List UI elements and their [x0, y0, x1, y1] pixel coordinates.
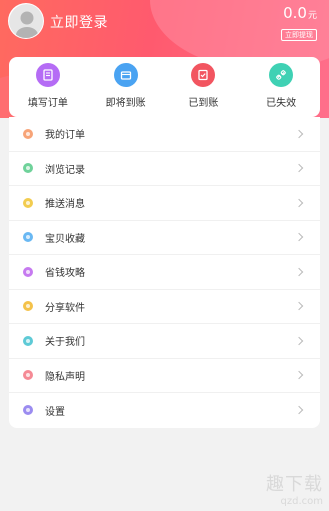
menu-item-label: 设置: [45, 406, 65, 418]
menu-item-label: 关于我们: [45, 337, 85, 349]
order-label: 已到账: [188, 98, 219, 109]
edit-order-icon: [35, 63, 60, 87]
balance-amount: 0.0元: [281, 4, 317, 22]
order-label: 即将到账: [105, 98, 146, 109]
menu-item-label: 宝贝收藏: [45, 233, 85, 245]
menu-item-notifications[interactable]: 推送消息: [9, 186, 320, 221]
menu-item-share-app[interactable]: 分享软件: [9, 290, 320, 324]
settings-menu: 我的订单 浏览记录 推送消息 宝贝收藏 省钱攻略 分享软件 关于我们 隐私声明: [9, 117, 320, 428]
received-icon: [191, 63, 216, 87]
menu-item-label: 我的订单: [45, 130, 85, 142]
order-label: 已失效: [266, 98, 297, 109]
withdraw-button[interactable]: 立即提现: [281, 29, 317, 41]
order-fill-button[interactable]: 填写订单: [9, 57, 87, 117]
watermark: 趣下载 qzd.com: [266, 470, 323, 507]
chevron-right-icon: [294, 129, 304, 138]
default-avatar-icon: [9, 4, 43, 38]
order-expired-button[interactable]: 已失效: [242, 57, 320, 117]
watermark-url: qzd.com: [280, 496, 323, 507]
menu-item-label: 省钱攻略: [45, 268, 85, 280]
menu-item-my-orders[interactable]: 我的订单: [9, 117, 320, 152]
balance-unit: 元: [307, 11, 317, 21]
orders-icon: [23, 128, 33, 139]
chevron-right-icon: [294, 267, 304, 276]
history-icon: [23, 163, 33, 174]
notification-icon: [23, 197, 33, 208]
favorites-icon: [23, 232, 33, 243]
balance-value: 0.0: [283, 4, 307, 22]
share-icon: [23, 301, 33, 312]
privacy-icon: [23, 370, 33, 381]
chevron-right-icon: [294, 233, 304, 242]
watermark-text: 趣下载: [266, 474, 323, 495]
menu-item-label: 推送消息: [45, 199, 85, 211]
menu-item-favorites[interactable]: 宝贝收藏: [9, 221, 320, 255]
avatar[interactable]: [8, 3, 44, 39]
settings-icon: [23, 405, 33, 416]
order-label: 填写订单: [27, 98, 68, 109]
balance-area: 0.0元 立即提现: [281, 4, 317, 41]
menu-item-label: 浏览记录: [45, 164, 85, 176]
menu-item-label: 隐私声明: [45, 371, 85, 383]
expired-link-icon: [269, 63, 294, 87]
menu-item-privacy[interactable]: 隐私声明: [9, 359, 320, 393]
chevron-right-icon: [294, 336, 304, 345]
menu-item-history[interactable]: 浏览记录: [9, 152, 320, 186]
order-received-button[interactable]: 已到账: [165, 57, 243, 117]
menu-item-label: 分享软件: [45, 302, 85, 314]
order-status-card: 填写订单 即将到账 已到账 已失效: [9, 57, 320, 117]
chevron-right-icon: [294, 302, 304, 311]
menu-item-saving-guide[interactable]: 省钱攻略: [9, 255, 320, 290]
menu-item-about-us[interactable]: 关于我们: [9, 324, 320, 359]
chevron-right-icon: [294, 164, 304, 173]
login-link[interactable]: 立即登录: [50, 12, 108, 32]
chevron-right-icon: [294, 198, 304, 207]
pending-box-icon: [113, 63, 138, 87]
chevron-right-icon: [294, 371, 304, 380]
order-pending-button[interactable]: 即将到账: [87, 57, 165, 117]
about-icon: [23, 335, 33, 346]
guide-icon: [23, 266, 33, 277]
chevron-right-icon: [294, 406, 304, 415]
menu-item-settings[interactable]: 设置: [9, 393, 320, 428]
